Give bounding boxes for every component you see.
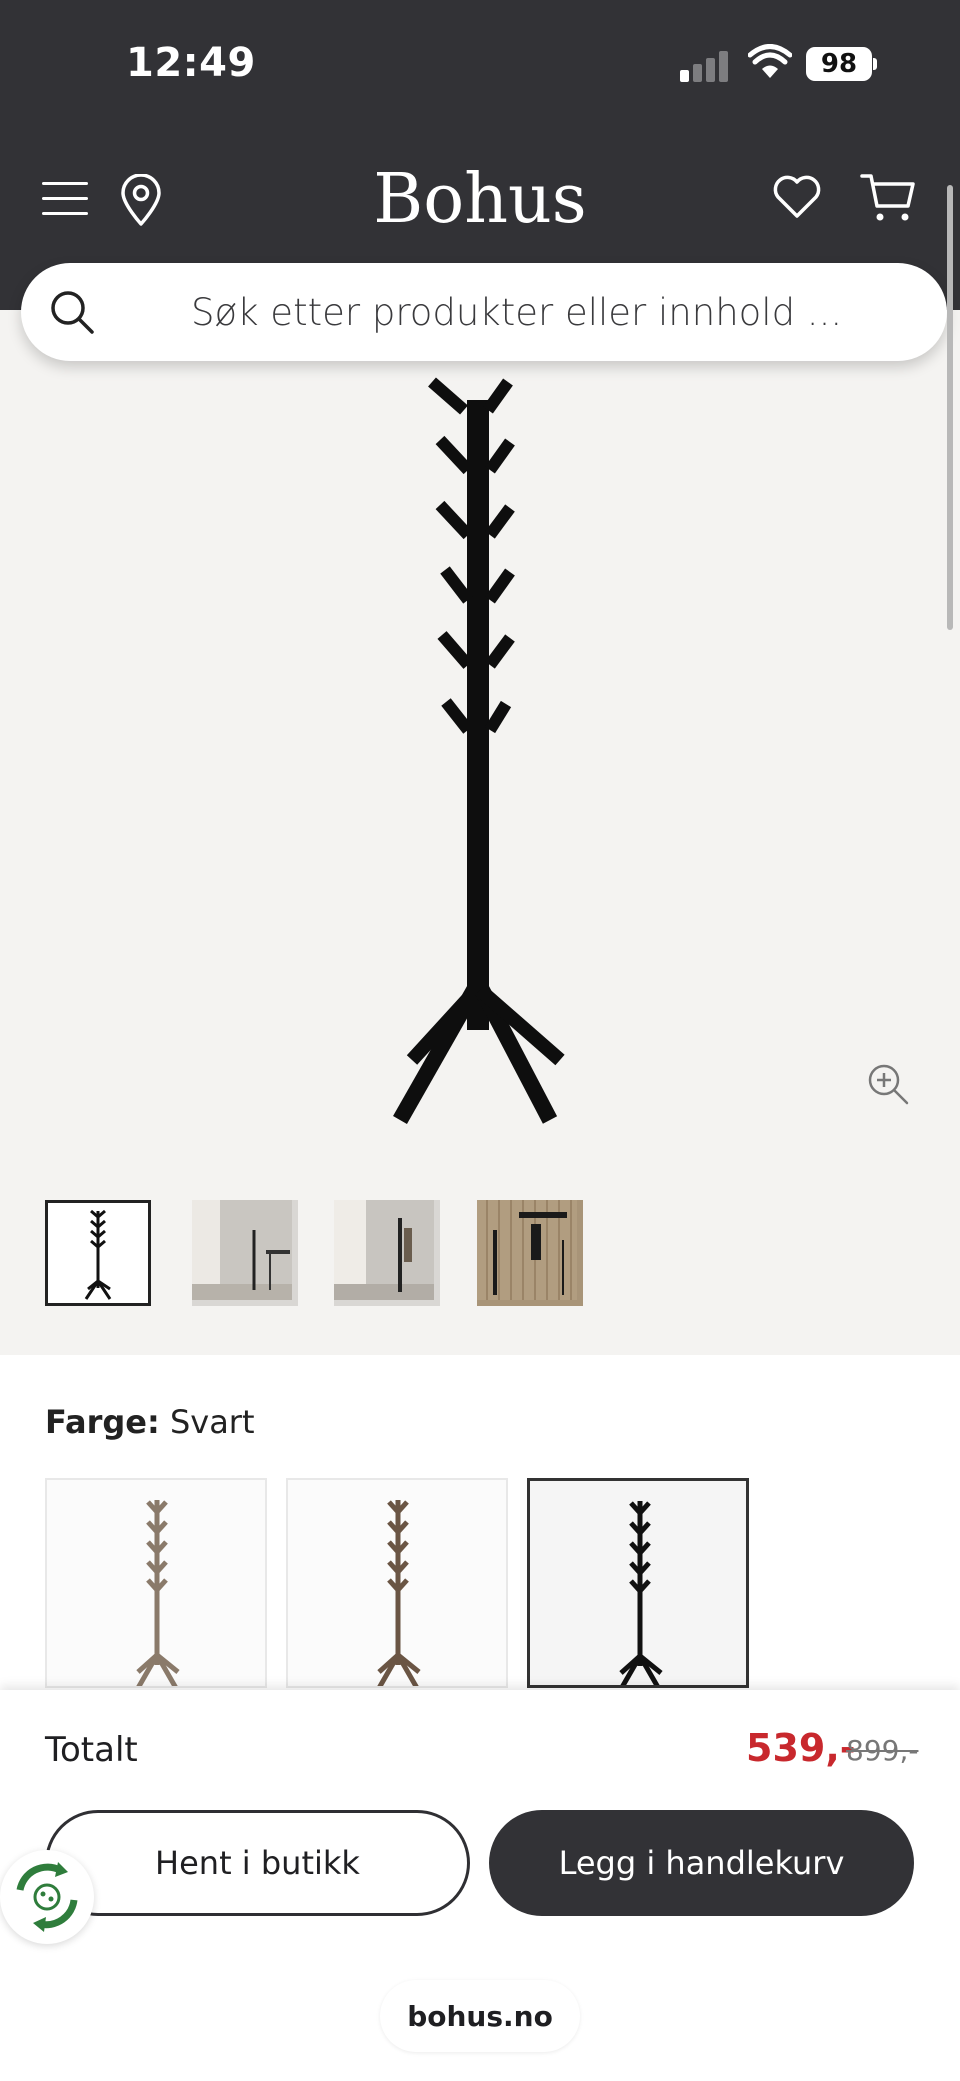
search-input[interactable]: Søk etter produkter eller innhold ...: [191, 291, 842, 334]
thumbnail-2[interactable]: [192, 1200, 298, 1306]
color-value: Svart: [169, 1403, 255, 1441]
recycle-icon: [16, 1862, 78, 1932]
location-icon[interactable]: [120, 174, 162, 226]
product-image[interactable]: [380, 370, 580, 1130]
swatch-black[interactable]: [527, 1478, 749, 1688]
original-price: 899,-: [846, 1734, 919, 1767]
menu-icon[interactable]: [42, 178, 88, 218]
status-time: 12:49: [126, 40, 256, 86]
cart-icon[interactable]: [860, 172, 916, 224]
battery-tip: [873, 58, 877, 70]
cellular-signal-icon: [680, 50, 730, 82]
zoom-icon[interactable]: [866, 1062, 910, 1106]
eco-badge-icon[interactable]: [0, 1850, 94, 1944]
product-gallery[interactable]: [0, 310, 960, 1355]
swatch-image: [136, 1500, 180, 1686]
scrollbar[interactable]: [947, 185, 953, 630]
sale-price: 539,-: [746, 1726, 856, 1770]
thumbnail-3[interactable]: [334, 1200, 440, 1306]
color-label: Farge: Svart: [45, 1403, 255, 1441]
thumbnail-1[interactable]: [45, 1200, 151, 1306]
thumbnail-image: [334, 1200, 434, 1300]
thumbnail-image: [477, 1200, 577, 1300]
heart-icon[interactable]: [772, 174, 822, 220]
wifi-icon: [748, 44, 792, 78]
swatch-image: [377, 1500, 421, 1686]
search-bar[interactable]: Søk etter produkter eller innhold ...: [21, 263, 947, 361]
thumbnail-image: [192, 1200, 292, 1300]
color-label-title: Farge:: [45, 1403, 160, 1441]
browser-url[interactable]: bohus.no: [380, 1980, 580, 2052]
battery-indicator: 98: [806, 47, 872, 81]
brand-logo[interactable]: Bohus: [330, 160, 630, 239]
swatch-light-oak[interactable]: [45, 1478, 267, 1688]
thumbnail-image: [84, 1209, 112, 1300]
swatch-image: [619, 1501, 663, 1685]
total-label: Totalt: [45, 1730, 138, 1770]
thumbnail-4[interactable]: [477, 1200, 583, 1306]
swatch-walnut[interactable]: [286, 1478, 508, 1688]
search-icon: [51, 291, 94, 334]
pickup-in-store-button[interactable]: Hent i butikk: [45, 1810, 470, 1916]
add-to-cart-button[interactable]: Legg i handlekurv: [489, 1810, 914, 1916]
